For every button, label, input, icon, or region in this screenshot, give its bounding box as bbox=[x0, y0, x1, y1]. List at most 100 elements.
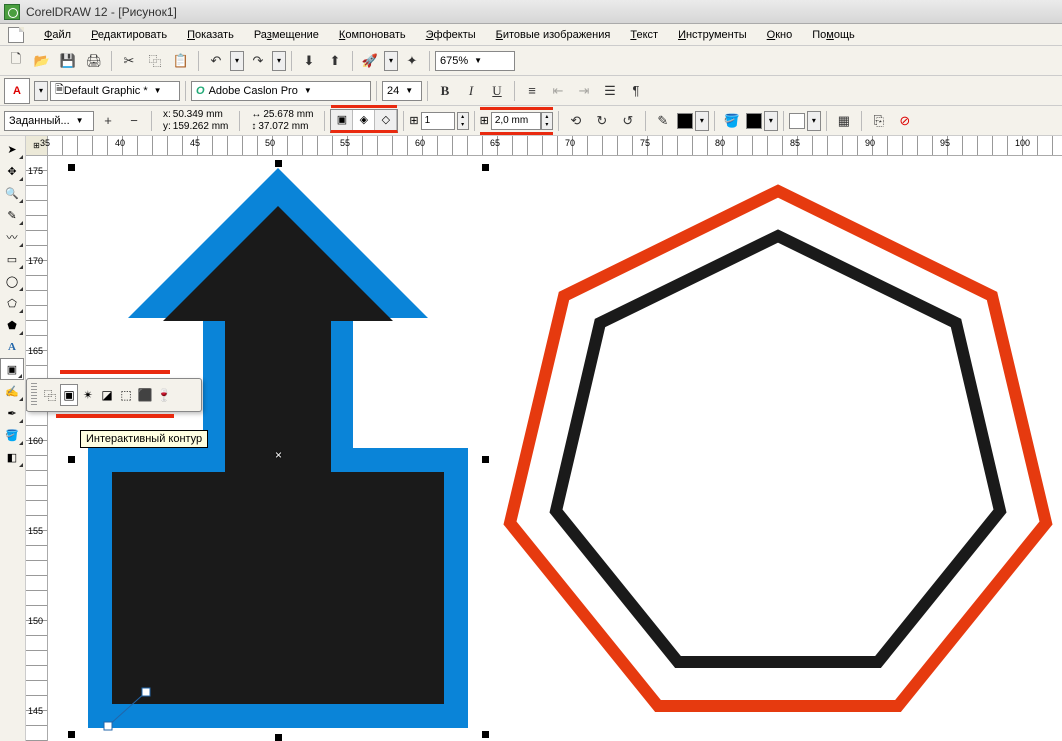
steps-spinner[interactable]: ▴▾ bbox=[457, 112, 469, 130]
selection-center-marker[interactable]: × bbox=[273, 449, 284, 460]
style-dropdown[interactable]: 🗎 Default Graphic * ▼ bbox=[50, 81, 180, 101]
nonprinting-button[interactable]: ¶ bbox=[624, 80, 648, 102]
fill-color-drop[interactable]: ▾ bbox=[764, 111, 778, 131]
add-preset-button[interactable]: + bbox=[96, 110, 120, 132]
remove-preset-button[interactable]: − bbox=[122, 110, 146, 132]
canvas[interactable]: × bbox=[48, 156, 1062, 741]
contour-offset-input[interactable]: 2,0 mm bbox=[491, 112, 541, 130]
new-button[interactable]: 🗋 bbox=[4, 50, 28, 72]
corel-online-button[interactable]: ✦ bbox=[400, 50, 424, 72]
eyedropper-tool[interactable]: ✍ bbox=[0, 380, 24, 402]
envelope-tool[interactable]: ⬚ bbox=[117, 384, 135, 406]
end-color-drop[interactable]: ▾ bbox=[807, 111, 821, 131]
zoom-dropdown[interactable]: 675% ▼ bbox=[435, 51, 515, 71]
bullets-button[interactable]: ☰ bbox=[598, 80, 622, 102]
open-button[interactable]: 📂 bbox=[30, 50, 54, 72]
contour-color-lin-button[interactable]: ⟲ bbox=[564, 110, 588, 132]
y-value: 159.262 mm bbox=[173, 121, 229, 133]
align-left-button[interactable]: ≡ bbox=[520, 80, 544, 102]
outline-tool[interactable]: ✒ bbox=[0, 402, 24, 424]
print-button[interactable]: 🖨 bbox=[82, 50, 106, 72]
outline-color-button[interactable]: ✎ bbox=[651, 110, 675, 132]
outline-color-drop[interactable]: ▾ bbox=[695, 111, 709, 131]
contour-color-ccw-button[interactable]: ↺ bbox=[616, 110, 640, 132]
heptagon-shape[interactable] bbox=[498, 181, 1058, 741]
undo-dropdown[interactable]: ▾ bbox=[230, 51, 244, 71]
zoom-tool[interactable]: 🔍 bbox=[0, 182, 24, 204]
fill-color-button[interactable]: 🪣 bbox=[720, 110, 744, 132]
underline-button[interactable]: U bbox=[485, 80, 509, 102]
flyout-grip[interactable] bbox=[31, 383, 37, 407]
menu-tools[interactable]: Инструменты bbox=[668, 26, 757, 44]
indent-inc-button[interactable]: ⇥ bbox=[572, 80, 596, 102]
rectangle-tool[interactable]: ▭ bbox=[0, 248, 24, 270]
ruler-label: 80 bbox=[715, 138, 725, 148]
extrude-tool[interactable]: ⬛ bbox=[136, 384, 154, 406]
clear-contour-button[interactable]: ⊘ bbox=[893, 110, 917, 132]
smart-draw-tool[interactable]: 〰 bbox=[0, 226, 24, 248]
italic-button[interactable]: I bbox=[459, 80, 483, 102]
undo-button[interactable]: ↶ bbox=[204, 50, 228, 72]
offset-icon: ⊞ bbox=[480, 114, 489, 127]
bold-button[interactable]: B bbox=[433, 80, 457, 102]
document-icon[interactable] bbox=[8, 27, 24, 43]
polygon-tool[interactable]: ⬠ bbox=[0, 292, 24, 314]
contour-outside-button[interactable]: ◇ bbox=[375, 110, 397, 130]
pick-tool[interactable]: ➤ bbox=[0, 138, 24, 160]
style-icon: A bbox=[4, 78, 30, 104]
transparency-tool[interactable]: 🍷 bbox=[155, 384, 173, 406]
app-launcher-button[interactable]: 🚀 bbox=[358, 50, 382, 72]
menu-help[interactable]: Помощь bbox=[802, 26, 865, 44]
blend-tool[interactable]: ⿻ bbox=[41, 384, 59, 406]
offset-spinner[interactable]: ▴▾ bbox=[541, 112, 553, 130]
ruler-label: 90 bbox=[865, 138, 875, 148]
style-split[interactable]: ▾ bbox=[34, 81, 48, 101]
menu-window[interactable]: Окно bbox=[757, 26, 803, 44]
font-size-dropdown[interactable]: 24 ▼ bbox=[382, 81, 422, 101]
ruler-label: 50 bbox=[265, 138, 275, 148]
save-button[interactable]: 💾 bbox=[56, 50, 80, 72]
cut-button[interactable]: ✂ bbox=[117, 50, 141, 72]
menu-effects[interactable]: Эффекты bbox=[416, 26, 486, 44]
menu-bitmaps[interactable]: Битовые изображения bbox=[486, 26, 621, 44]
contour-center-button[interactable]: ▣ bbox=[331, 110, 353, 130]
menu-edit[interactable]: Редактировать bbox=[81, 26, 177, 44]
contour-inside-button[interactable]: ◈ bbox=[353, 110, 375, 130]
redo-dropdown[interactable]: ▾ bbox=[272, 51, 286, 71]
menu-view[interactable]: Показать bbox=[177, 26, 244, 44]
object-accel-button[interactable]: ▦ bbox=[832, 110, 856, 132]
preset-dropdown[interactable]: Заданный... ▼ bbox=[4, 111, 94, 131]
menu-layout[interactable]: Размещение bbox=[244, 26, 329, 44]
interactive-tool[interactable]: ▣ bbox=[0, 358, 24, 380]
style-value: Default Graphic * bbox=[64, 85, 148, 97]
export-button[interactable]: ⬆ bbox=[323, 50, 347, 72]
paste-button[interactable]: 📋 bbox=[169, 50, 193, 72]
freehand-tool[interactable]: ✎ bbox=[0, 204, 24, 226]
redo-button[interactable]: ↷ bbox=[246, 50, 270, 72]
indent-dec-button[interactable]: ⇤ bbox=[546, 80, 570, 102]
font-dropdown[interactable]: O Adobe Caslon Pro ▼ bbox=[191, 81, 371, 101]
text-tool[interactable]: A bbox=[0, 336, 24, 358]
outline-color-swatch[interactable] bbox=[677, 113, 693, 129]
interactive-fill-tool[interactable]: ◧ bbox=[0, 446, 24, 468]
basic-shapes-tool[interactable]: ⬟ bbox=[0, 314, 24, 336]
contour-tool[interactable]: ▣ bbox=[60, 384, 78, 406]
contour-steps-input[interactable]: 1 bbox=[421, 112, 455, 130]
import-button[interactable]: ⬇ bbox=[297, 50, 321, 72]
shadow-tool[interactable]: ◪ bbox=[98, 384, 116, 406]
menu-arrange[interactable]: Компоновать bbox=[329, 26, 416, 44]
ellipse-tool[interactable]: ◯ bbox=[0, 270, 24, 292]
distort-tool[interactable]: ✴ bbox=[79, 384, 97, 406]
menu-text[interactable]: Текст bbox=[620, 26, 668, 44]
contour-color-cw-button[interactable]: ↻ bbox=[590, 110, 614, 132]
font-type-icon: O bbox=[196, 85, 205, 97]
end-color-swatch[interactable] bbox=[789, 113, 805, 129]
launcher-dropdown[interactable]: ▾ bbox=[384, 51, 398, 71]
fill-color-swatch[interactable] bbox=[746, 113, 762, 129]
copy-props-button[interactable]: ⎘ bbox=[867, 110, 891, 132]
menu-file[interactable]: Файл bbox=[34, 26, 81, 44]
fill-tool[interactable]: 🪣 bbox=[0, 424, 24, 446]
shape-tool[interactable]: ✥ bbox=[0, 160, 24, 182]
zoom-value: 675% bbox=[440, 55, 468, 67]
copy-button[interactable]: ⿻ bbox=[143, 50, 167, 72]
